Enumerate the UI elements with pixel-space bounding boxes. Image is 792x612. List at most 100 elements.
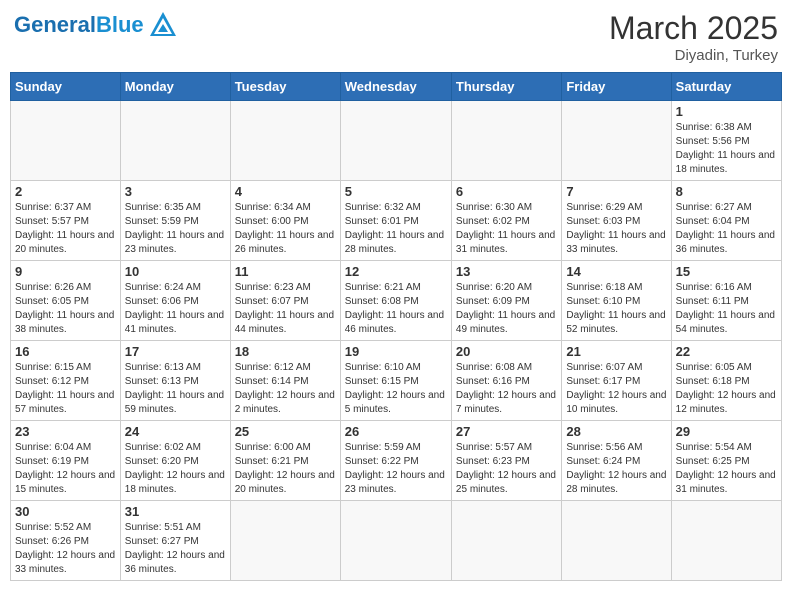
- calendar-cell: 21 Sunrise: 6:07 AM Sunset: 6:17 PM Dayli…: [562, 341, 671, 421]
- day-number: 20: [456, 344, 557, 359]
- day-number: 14: [566, 264, 666, 279]
- day-number: 21: [566, 344, 666, 359]
- calendar-cell: 27 Sunrise: 5:57 AM Sunset: 6:23 PM Dayli…: [451, 421, 561, 501]
- day-info: Sunrise: 6:10 AM Sunset: 6:15 PM Dayligh…: [345, 361, 447, 417]
- day-number: 25: [235, 424, 336, 439]
- day-info: Sunrise: 6:18 AM Sunset: 6:10 PM Dayligh…: [566, 281, 666, 337]
- calendar-cell: 12 Sunrise: 6:21 AM Sunset: 6:08 PM Dayli…: [340, 261, 451, 341]
- day-info: Sunrise: 6:24 AM Sunset: 6:06 PM Dayligh…: [125, 281, 226, 337]
- calendar-cell: 25 Sunrise: 6:00 AM Sunset: 6:21 PM Dayli…: [230, 421, 340, 501]
- calendar-cell: 4 Sunrise: 6:34 AM Sunset: 6:00 PM Daylig…: [230, 181, 340, 261]
- day-number: 11: [235, 264, 336, 279]
- calendar-week-0: 1Sunrise: 6:38 AM Sunset: 5:56 PM Daylig…: [11, 101, 782, 181]
- day-number: 15: [676, 264, 777, 279]
- calendar-cell: 28 Sunrise: 5:56 AM Sunset: 6:24 PM Dayli…: [562, 421, 671, 501]
- calendar-cell: 16Sunrise: 6:15 AM Sunset: 6:12 PM Dayli…: [11, 341, 121, 421]
- col-sunday: Sunday: [11, 73, 121, 101]
- col-saturday: Saturday: [671, 73, 781, 101]
- day-info: Sunrise: 6:35 AM Sunset: 5:59 PM Dayligh…: [125, 201, 226, 257]
- day-number: 30: [15, 504, 116, 519]
- calendar-cell: 5 Sunrise: 6:32 AM Sunset: 6:01 PM Daylig…: [340, 181, 451, 261]
- day-number: 17: [125, 344, 226, 359]
- day-info: Sunrise: 5:51 AM Sunset: 6:27 PM Dayligh…: [125, 521, 226, 577]
- day-info: Sunrise: 6:16 AM Sunset: 6:11 PM Dayligh…: [676, 281, 777, 337]
- calendar-cell: [11, 101, 121, 181]
- day-info: Sunrise: 6:12 AM Sunset: 6:14 PM Dayligh…: [235, 361, 336, 417]
- day-info: Sunrise: 6:21 AM Sunset: 6:08 PM Dayligh…: [345, 281, 447, 337]
- calendar-cell: 29 Sunrise: 5:54 AM Sunset: 6:25 PM Dayli…: [671, 421, 781, 501]
- calendar-cell: 8Sunrise: 6:27 AM Sunset: 6:04 PM Daylig…: [671, 181, 781, 261]
- col-wednesday: Wednesday: [340, 73, 451, 101]
- day-number: 6: [456, 184, 557, 199]
- calendar-cell: 15 Sunrise: 6:16 AM Sunset: 6:11 PM Dayli…: [671, 261, 781, 341]
- calendar-cell: 1Sunrise: 6:38 AM Sunset: 5:56 PM Daylig…: [671, 101, 781, 181]
- calendar-week-3: 16Sunrise: 6:15 AM Sunset: 6:12 PM Dayli…: [11, 341, 782, 421]
- calendar-cell: 23 Sunrise: 6:04 AM Sunset: 6:19 PM Dayli…: [11, 421, 121, 501]
- calendar-cell: 6Sunrise: 6:30 AM Sunset: 6:02 PM Daylig…: [451, 181, 561, 261]
- day-info: Sunrise: 6:15 AM Sunset: 6:12 PM Dayligh…: [15, 361, 116, 417]
- calendar-cell: [451, 501, 561, 581]
- logo-icon: [148, 10, 178, 40]
- day-number: 5: [345, 184, 447, 199]
- calendar-cell: [120, 101, 230, 181]
- calendar-cell: [230, 101, 340, 181]
- calendar-cell: 31Sunrise: 5:51 AM Sunset: 6:27 PM Dayli…: [120, 501, 230, 581]
- day-info: Sunrise: 5:54 AM Sunset: 6:25 PM Dayligh…: [676, 441, 777, 497]
- day-info: Sunrise: 6:23 AM Sunset: 6:07 PM Dayligh…: [235, 281, 336, 337]
- col-friday: Friday: [562, 73, 671, 101]
- col-tuesday: Tuesday: [230, 73, 340, 101]
- day-number: 3: [125, 184, 226, 199]
- logo-general: General: [14, 12, 96, 37]
- calendar-cell: [671, 501, 781, 581]
- location: Diyadin, Turkey: [609, 47, 778, 64]
- day-number: 4: [235, 184, 336, 199]
- calendar-cell: 10 Sunrise: 6:24 AM Sunset: 6:06 PM Dayli…: [120, 261, 230, 341]
- day-number: 13: [456, 264, 557, 279]
- logo: GeneralBlue: [14, 10, 178, 40]
- day-number: 23: [15, 424, 116, 439]
- calendar-cell: 22Sunrise: 6:05 AM Sunset: 6:18 PM Dayli…: [671, 341, 781, 421]
- day-info: Sunrise: 6:05 AM Sunset: 6:18 PM Dayligh…: [676, 361, 777, 417]
- day-number: 29: [676, 424, 777, 439]
- day-info: Sunrise: 6:32 AM Sunset: 6:01 PM Dayligh…: [345, 201, 447, 257]
- calendar-week-2: 9Sunrise: 6:26 AM Sunset: 6:05 PM Daylig…: [11, 261, 782, 341]
- day-info: Sunrise: 6:13 AM Sunset: 6:13 PM Dayligh…: [125, 361, 226, 417]
- calendar-cell: [562, 101, 671, 181]
- calendar-cell: 11 Sunrise: 6:23 AM Sunset: 6:07 PM Dayli…: [230, 261, 340, 341]
- day-number: 1: [676, 104, 777, 119]
- calendar-cell: 14 Sunrise: 6:18 AM Sunset: 6:10 PM Dayli…: [562, 261, 671, 341]
- day-number: 27: [456, 424, 557, 439]
- day-number: 12: [345, 264, 447, 279]
- day-number: 9: [15, 264, 116, 279]
- calendar-cell: 26Sunrise: 5:59 AM Sunset: 6:22 PM Dayli…: [340, 421, 451, 501]
- day-info: Sunrise: 6:07 AM Sunset: 6:17 PM Dayligh…: [566, 361, 666, 417]
- day-info: Sunrise: 6:37 AM Sunset: 5:57 PM Dayligh…: [15, 201, 116, 257]
- day-number: 10: [125, 264, 226, 279]
- calendar-week-1: 2 Sunrise: 6:37 AM Sunset: 5:57 PM Daylig…: [11, 181, 782, 261]
- calendar-table: Sunday Monday Tuesday Wednesday Thursday…: [10, 72, 782, 581]
- day-number: 2: [15, 184, 116, 199]
- calendar-week-4: 23 Sunrise: 6:04 AM Sunset: 6:19 PM Dayli…: [11, 421, 782, 501]
- day-info: Sunrise: 5:57 AM Sunset: 6:23 PM Dayligh…: [456, 441, 557, 497]
- calendar-header: GeneralBlue March 2025 Diyadin, Turkey: [10, 10, 782, 64]
- calendar-week-5: 30 Sunrise: 5:52 AM Sunset: 6:26 PM Dayli…: [11, 501, 782, 581]
- calendar-cell: [340, 501, 451, 581]
- col-monday: Monday: [120, 73, 230, 101]
- day-info: Sunrise: 6:00 AM Sunset: 6:21 PM Dayligh…: [235, 441, 336, 497]
- calendar-cell: 9Sunrise: 6:26 AM Sunset: 6:05 PM Daylig…: [11, 261, 121, 341]
- title-area: March 2025 Diyadin, Turkey: [609, 10, 778, 64]
- logo-text: GeneralBlue: [14, 12, 144, 38]
- day-info: Sunrise: 5:56 AM Sunset: 6:24 PM Dayligh…: [566, 441, 666, 497]
- day-info: Sunrise: 5:59 AM Sunset: 6:22 PM Dayligh…: [345, 441, 447, 497]
- calendar-cell: 24Sunrise: 6:02 AM Sunset: 6:20 PM Dayli…: [120, 421, 230, 501]
- day-number: 28: [566, 424, 666, 439]
- logo-blue: Blue: [96, 12, 144, 37]
- month-year: March 2025: [609, 10, 778, 47]
- calendar-cell: 7Sunrise: 6:29 AM Sunset: 6:03 PM Daylig…: [562, 181, 671, 261]
- day-info: Sunrise: 5:52 AM Sunset: 6:26 PM Dayligh…: [15, 521, 116, 577]
- day-info: Sunrise: 6:29 AM Sunset: 6:03 PM Dayligh…: [566, 201, 666, 257]
- calendar-cell: [562, 501, 671, 581]
- day-info: Sunrise: 6:34 AM Sunset: 6:00 PM Dayligh…: [235, 201, 336, 257]
- calendar-cell: 20Sunrise: 6:08 AM Sunset: 6:16 PM Dayli…: [451, 341, 561, 421]
- day-info: Sunrise: 6:04 AM Sunset: 6:19 PM Dayligh…: [15, 441, 116, 497]
